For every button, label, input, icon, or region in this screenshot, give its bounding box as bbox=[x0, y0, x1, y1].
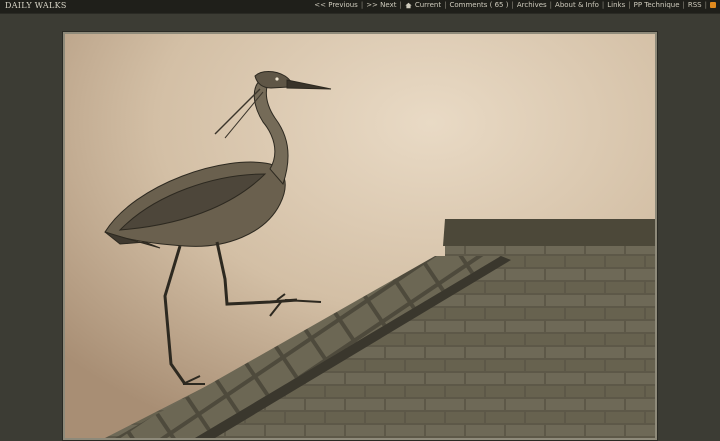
nav-separator: | bbox=[704, 1, 707, 9]
nav-current-link[interactable]: Current bbox=[415, 1, 441, 9]
main-navigation: << Previous | >> Next | Current | Commen… bbox=[314, 1, 716, 9]
nav-separator: | bbox=[399, 1, 402, 9]
nav-technique-link[interactable]: PP Technique bbox=[634, 1, 680, 9]
photo-frame bbox=[63, 32, 657, 440]
nav-separator: | bbox=[360, 1, 364, 9]
heron-photo[interactable] bbox=[65, 34, 655, 438]
top-bar: DAILY WALKS << Previous | >> Next | Curr… bbox=[0, 0, 720, 14]
nav-separator: | bbox=[549, 1, 553, 9]
nav-previous-link[interactable]: << Previous bbox=[314, 1, 358, 9]
home-icon[interactable] bbox=[405, 2, 412, 9]
nav-separator: | bbox=[601, 1, 605, 9]
nav-separator: | bbox=[511, 1, 514, 9]
nav-separator: | bbox=[444, 1, 447, 9]
nav-next-link[interactable]: >> Next bbox=[366, 1, 396, 9]
nav-about-link[interactable]: About & Info bbox=[555, 1, 599, 9]
heron-eye bbox=[275, 77, 279, 81]
nav-rss-link[interactable]: RSS bbox=[688, 1, 702, 9]
nav-comments-link[interactable]: Comments ( 65 ) bbox=[449, 1, 508, 9]
nav-separator: | bbox=[628, 1, 631, 9]
nav-separator: | bbox=[682, 1, 685, 9]
rss-feed-icon[interactable] bbox=[710, 2, 716, 8]
nav-archives-link[interactable]: Archives bbox=[517, 1, 547, 9]
nav-links-link[interactable]: Links bbox=[607, 1, 625, 9]
site-title[interactable]: DAILY WALKS bbox=[5, 1, 67, 10]
